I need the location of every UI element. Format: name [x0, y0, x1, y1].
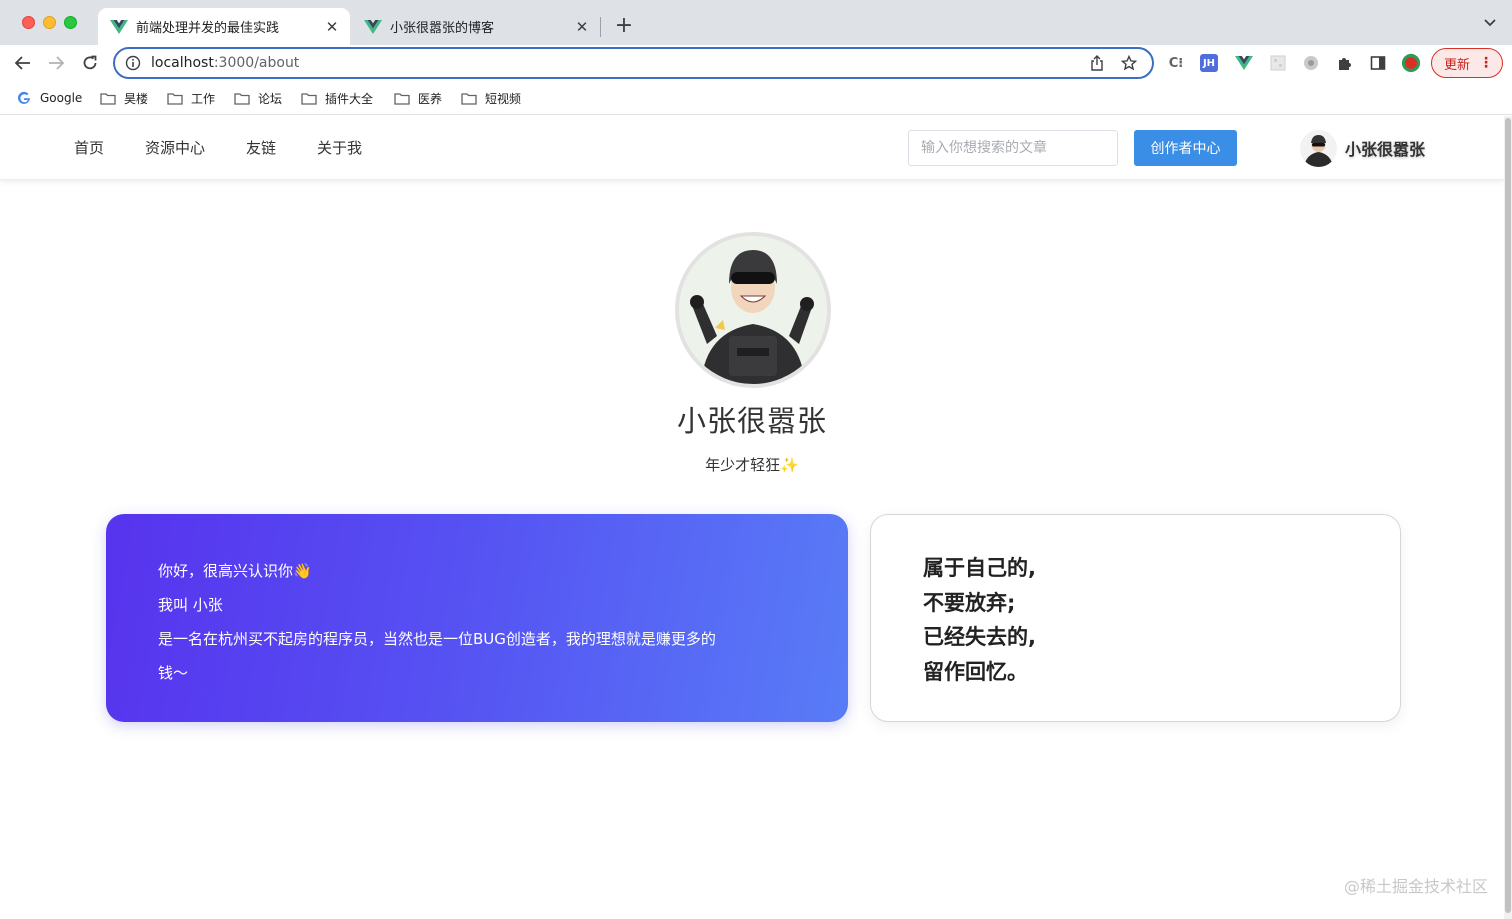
- nav-home[interactable]: 首页: [74, 137, 104, 158]
- avatar: [1300, 129, 1337, 167]
- bookmark-folder[interactable]: 医养: [394, 88, 442, 108]
- quote-card: 属于自己的, 不要放弃; 已经失去的, 留作回忆。: [870, 514, 1401, 722]
- user-menu[interactable]: 小张很嚣张: [1300, 129, 1426, 167]
- bookmark-label: Google: [40, 91, 83, 105]
- bookmark-label: 昊楼: [124, 91, 149, 106]
- bookmark-folder[interactable]: 短视频: [461, 88, 521, 108]
- profile-motto: 年少才轻狂✨: [0, 454, 1504, 475]
- extension-globe-icon[interactable]: [1301, 53, 1321, 73]
- profile-name: 小张很嚣张: [676, 404, 827, 438]
- tab-inactive[interactable]: 小张很嚣张的博客 ✕: [352, 8, 600, 45]
- star-bookmark-icon[interactable]: [1120, 54, 1138, 72]
- window-close-button[interactable]: [22, 16, 35, 29]
- bookmark-label: 论坛: [258, 91, 283, 106]
- extension-jh-icon[interactable]: JH: [1200, 54, 1218, 72]
- intro-line: 钱～: [158, 664, 189, 682]
- motto-text: 年少才轻狂: [705, 456, 781, 474]
- profile-avatar-icon[interactable]: [1401, 53, 1421, 73]
- nav-about[interactable]: 关于我: [317, 137, 362, 158]
- sparkle-icon: ✨: [780, 456, 799, 474]
- google-icon: [16, 91, 32, 105]
- forward-arrow-icon[interactable]: [44, 51, 68, 75]
- intro-card: 你好，很高兴认识你👋 我叫 小张 是一名在杭州买不起房的程序员，当然也是一位BU…: [106, 514, 848, 722]
- bookmark-folder[interactable]: 昊楼: [100, 88, 148, 108]
- site-info-icon[interactable]: [125, 55, 141, 71]
- folder-icon: [167, 91, 183, 105]
- folder-icon: [234, 91, 250, 105]
- scrollbar-thumb[interactable]: [1505, 118, 1511, 913]
- tab-close-icon[interactable]: ✕: [322, 17, 342, 37]
- intro-line: 我叫 小张: [158, 596, 223, 614]
- profile-avatar: [675, 232, 831, 388]
- bookmark-label: 插件大全: [325, 91, 374, 106]
- new-tab-button[interactable]: +: [612, 13, 636, 38]
- page-viewport: 首页 资源中心 友链 关于我 创作者中心 小张很嚣张: [0, 116, 1512, 919]
- tab-title: 前端处理并发的最佳实践: [136, 21, 280, 36]
- bookmark-folder[interactable]: 插件大全: [301, 88, 373, 108]
- creator-center-button[interactable]: 创作者中心: [1134, 130, 1237, 166]
- watermark: @稀土掘金技术社区: [1343, 877, 1488, 896]
- url-host: localhost: [151, 55, 214, 71]
- nav-resources[interactable]: 资源中心: [145, 137, 205, 158]
- folder-icon: [461, 91, 477, 105]
- intro-line: 是一名在杭州买不起房的程序员，当然也是一位BUG创造者，我的理想就是赚更多的: [158, 630, 716, 648]
- extension-grid-icon[interactable]: [1268, 53, 1288, 73]
- address-bar[interactable]: localhost:3000/about: [113, 47, 1154, 79]
- intro-line: 你好，很高兴认识你👋: [158, 562, 312, 580]
- quote-line: 属于自己的,: [923, 556, 1036, 580]
- scrollbar[interactable]: [1504, 116, 1512, 919]
- vue-icon: [364, 19, 382, 34]
- back-arrow-icon[interactable]: [11, 51, 35, 75]
- tab-title: 小张很嚣张的博客: [390, 21, 495, 36]
- bookmark-folder[interactable]: 工作: [167, 88, 215, 108]
- browser-toolbar: localhost:3000/about C⁝ JH 更新 ⋮: [0, 45, 1512, 81]
- url-text: localhost:3000/about: [151, 55, 1088, 71]
- folder-icon: [301, 91, 317, 105]
- window-zoom-button[interactable]: [64, 16, 77, 29]
- more-menu-icon[interactable]: ⋮: [1479, 54, 1493, 72]
- article-search-input[interactable]: [908, 130, 1118, 166]
- nav-username: 小张很嚣张: [1345, 140, 1426, 159]
- bookmark-label: 医养: [418, 91, 443, 106]
- reload-icon[interactable]: [78, 51, 102, 75]
- tab-active[interactable]: 前端处理并发的最佳实践 ✕: [98, 8, 350, 45]
- window-minimize-button[interactable]: [43, 16, 56, 29]
- extension-c-icon[interactable]: C⁝: [1166, 53, 1186, 73]
- tab-close-icon[interactable]: ✕: [572, 17, 592, 37]
- quote-line: 不要放弃;: [923, 590, 1016, 615]
- folder-icon: [394, 91, 410, 105]
- site-header: 首页 资源中心 友链 关于我 创作者中心 小张很嚣张: [0, 116, 1504, 180]
- quote-line: 已经失去的,: [923, 625, 1036, 649]
- tab-separator: [600, 17, 601, 37]
- side-panel-icon[interactable]: [1368, 53, 1388, 73]
- update-button[interactable]: 更新 ⋮: [1431, 48, 1503, 78]
- nav-friend-links[interactable]: 友链: [246, 137, 276, 158]
- bookmarks-bar: Google 昊楼 工作 论坛 插件大全 医养 短视频: [0, 81, 1512, 115]
- url-path: :3000/about: [213, 55, 300, 71]
- bookmark-label: 工作: [191, 91, 216, 106]
- browser-tab-bar: 前端处理并发的最佳实践 ✕ 小张很嚣张的博客 ✕ +: [0, 0, 1512, 45]
- chevron-down-icon[interactable]: [1482, 15, 1498, 31]
- puzzle-extensions-icon[interactable]: [1335, 53, 1355, 73]
- quote-line: 留作回忆。: [923, 659, 1028, 684]
- vue-icon: [110, 19, 128, 34]
- vue-devtools-icon[interactable]: [1234, 53, 1254, 73]
- share-icon[interactable]: [1088, 54, 1106, 72]
- bookmark-google[interactable]: Google: [16, 88, 82, 108]
- folder-icon: [100, 91, 116, 105]
- update-label: 更新: [1444, 57, 1471, 73]
- bookmark-label: 短视频: [485, 91, 522, 106]
- bookmark-folder[interactable]: 论坛: [234, 88, 282, 108]
